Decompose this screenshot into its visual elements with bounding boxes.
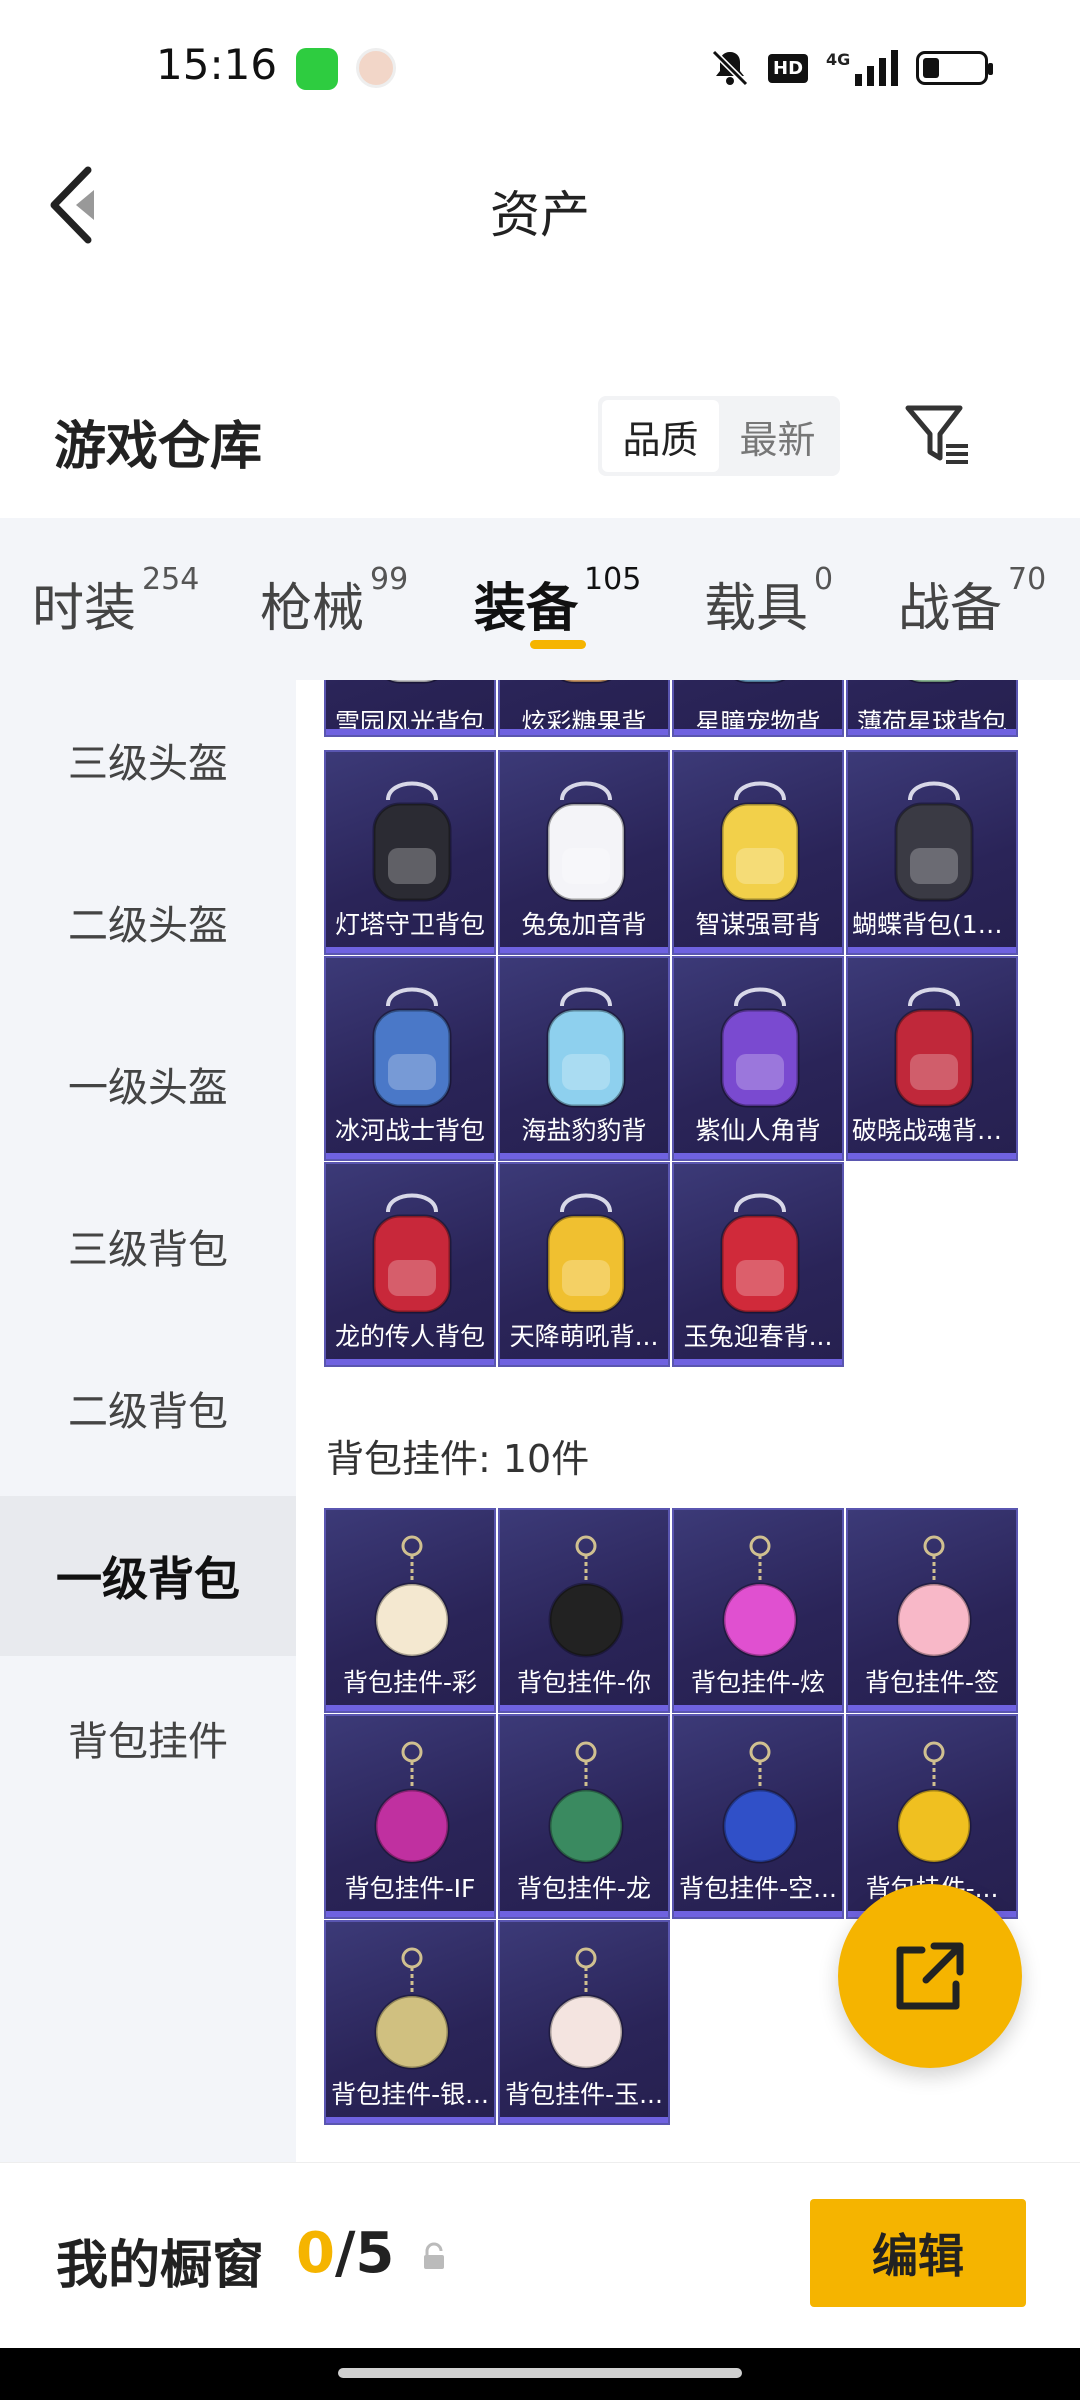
sidebar-item-backpack-2[interactable]: 二级背包 xyxy=(0,1328,296,1488)
item-label: 紫仙人角背 xyxy=(695,1116,821,1145)
home-indicator[interactable] xyxy=(338,2368,742,2378)
tab-vehicles[interactable]: 载具 0 xyxy=(704,562,833,641)
battery-icon xyxy=(916,51,994,85)
share-button[interactable] xyxy=(838,1884,1022,2068)
item-label: 背包挂件-玉... xyxy=(505,2080,663,2109)
showcase-label: 我的橱窗 xyxy=(56,2236,265,2296)
item-label: 背包挂件-银... xyxy=(331,2080,489,2109)
sidebar-item-helmet-2[interactable]: 二级头盔 xyxy=(0,842,296,1002)
item-label: 蝴蝶背包(1级) xyxy=(852,910,1012,939)
backpack-tile[interactable]: 紫仙人角背 xyxy=(672,956,844,1161)
sidebar-item-backpack-charm[interactable]: 背包挂件 xyxy=(0,1658,296,1818)
hd-badge: HD xyxy=(768,53,809,83)
backpack-tile[interactable]: 天降萌吼背... xyxy=(498,1162,670,1367)
backpack-tile[interactable]: 玉兔迎春背... xyxy=(672,1162,844,1367)
charm-tile[interactable]: 背包挂件-空... xyxy=(672,1714,844,1919)
backpack-tile[interactable]: 兔兔加音背 xyxy=(498,750,670,955)
warehouse-title: 游戏仓库 xyxy=(54,417,263,477)
charm-tile[interactable]: 背包挂件-IF xyxy=(324,1714,496,1919)
tab-weapons[interactable]: 枪械 99 xyxy=(260,562,408,641)
active-tab-indicator xyxy=(530,640,586,649)
backpack-tile[interactable]: 炫彩糖果背 xyxy=(498,680,670,737)
sidebar-item-backpack-3[interactable]: 三级背包 xyxy=(0,1166,296,1326)
item-label: 智谋强哥背 xyxy=(695,910,821,939)
item-label: 海盐豹豹背 xyxy=(521,1116,647,1145)
system-nav-bar xyxy=(0,2348,1080,2400)
backpack-tile[interactable]: 智谋强哥背 xyxy=(672,750,844,955)
backpack-tile[interactable]: 薄荷星球背包 xyxy=(846,680,1018,737)
status-time: 15:16 xyxy=(156,40,278,89)
showcase-count: 0/5 xyxy=(296,2221,395,2286)
item-label: 背包挂件-彩 xyxy=(342,1668,478,1697)
item-label: 炫彩糖果背 xyxy=(521,708,647,737)
backpack-tile[interactable]: 雪园风光背包 xyxy=(324,680,496,737)
sort-toggle[interactable]: 品质 最新 xyxy=(598,396,840,476)
item-label: 天降萌吼背... xyxy=(509,1322,659,1351)
sort-latest-option[interactable]: 最新 xyxy=(719,400,836,472)
charm-tile[interactable]: 背包挂件-你 xyxy=(498,1508,670,1713)
item-label: 背包挂件-空... xyxy=(679,1874,837,1903)
network-type: 4G xyxy=(826,50,851,69)
item-label: 龙的传人背包 xyxy=(334,1322,485,1351)
item-label: 星瞳宠物背 xyxy=(695,708,821,737)
charm-tile[interactable]: 背包挂件-玉... xyxy=(498,1920,670,2125)
item-label: 背包挂件-签 xyxy=(864,1668,1000,1697)
showcase-bar: 我的橱窗 0/5 编辑 xyxy=(0,2162,1080,2348)
item-label: 背包挂件-IF xyxy=(344,1874,476,1903)
charm-tile[interactable]: 背包挂件-炫 xyxy=(672,1508,844,1713)
avatar-notification-icon xyxy=(356,48,396,88)
sidebar-item-backpack-1[interactable]: 一级背包 xyxy=(0,1496,296,1656)
tab-outfits[interactable]: 时装 254 xyxy=(32,562,199,641)
status-bar: 15:16 HD 4G xyxy=(0,0,1080,130)
category-tabs: 时装 254 枪械 99 装备 105 载具 0 战备 70 xyxy=(0,518,1080,680)
status-icons: HD 4G xyxy=(710,46,994,90)
backpack-tile[interactable]: 冰河战士背包 xyxy=(324,956,496,1161)
item-label: 背包挂件-你 xyxy=(516,1668,652,1697)
backpack-tile[interactable]: 蝴蝶背包(1级) xyxy=(846,750,1018,955)
sidebar-item-helmet-3[interactable]: 三级头盔 xyxy=(0,680,296,840)
item-label: 灯塔守卫背包 xyxy=(334,910,485,939)
charm-section-label: 背包挂件: 10件 xyxy=(326,1437,590,1481)
backpack-tile[interactable]: 海盐豹豹背 xyxy=(498,956,670,1161)
tab-supplies[interactable]: 战备 70 xyxy=(898,562,1046,641)
charm-tile[interactable]: 背包挂件-龙 xyxy=(498,1714,670,1919)
item-label: 冰河战士背包 xyxy=(334,1116,485,1145)
sort-quality-option[interactable]: 品质 xyxy=(602,400,719,472)
item-label: 背包挂件-炫 xyxy=(690,1668,826,1697)
item-label: 玉兔迎春背... xyxy=(683,1322,833,1351)
edit-button[interactable]: 编辑 xyxy=(810,2199,1026,2307)
sidebar: 三级头盔 二级头盔 一级头盔 三级背包 二级背包 一级背包 背包挂件 xyxy=(0,680,296,2162)
sidebar-item-helmet-1[interactable]: 一级头盔 xyxy=(0,1004,296,1164)
charm-tile[interactable]: 背包挂件-彩 xyxy=(324,1508,496,1713)
backpack-tile[interactable]: 星瞳宠物背 xyxy=(672,680,844,737)
item-label: 雪园风光背包 xyxy=(334,708,485,737)
share-export-icon xyxy=(896,1942,964,2010)
backpack-tile[interactable]: 灯塔守卫背包 xyxy=(324,750,496,955)
item-label: 背包挂件-龙 xyxy=(516,1874,652,1903)
charm-tile[interactable]: 背包挂件-签 xyxy=(846,1508,1018,1713)
item-label: 薄荷星球背包 xyxy=(856,708,1007,737)
page-title: 资产 xyxy=(490,186,590,244)
lock-icon xyxy=(424,2242,444,2269)
mute-bell-icon xyxy=(711,49,749,87)
item-label: 兔兔加音背 xyxy=(521,910,647,939)
tab-equipment[interactable]: 装备 105 xyxy=(474,562,641,641)
app-notification-icon xyxy=(296,48,338,90)
backpack-tile[interactable]: 破晓战魂背包... xyxy=(846,956,1018,1161)
filter-icon[interactable] xyxy=(904,400,974,470)
item-label: 破晓战魂背包... xyxy=(852,1116,1012,1145)
charm-tile[interactable]: 背包挂件-银... xyxy=(324,1920,496,2125)
backpack-tile[interactable]: 龙的传人背包 xyxy=(324,1162,496,1367)
signal-icon: 4G xyxy=(826,50,899,86)
